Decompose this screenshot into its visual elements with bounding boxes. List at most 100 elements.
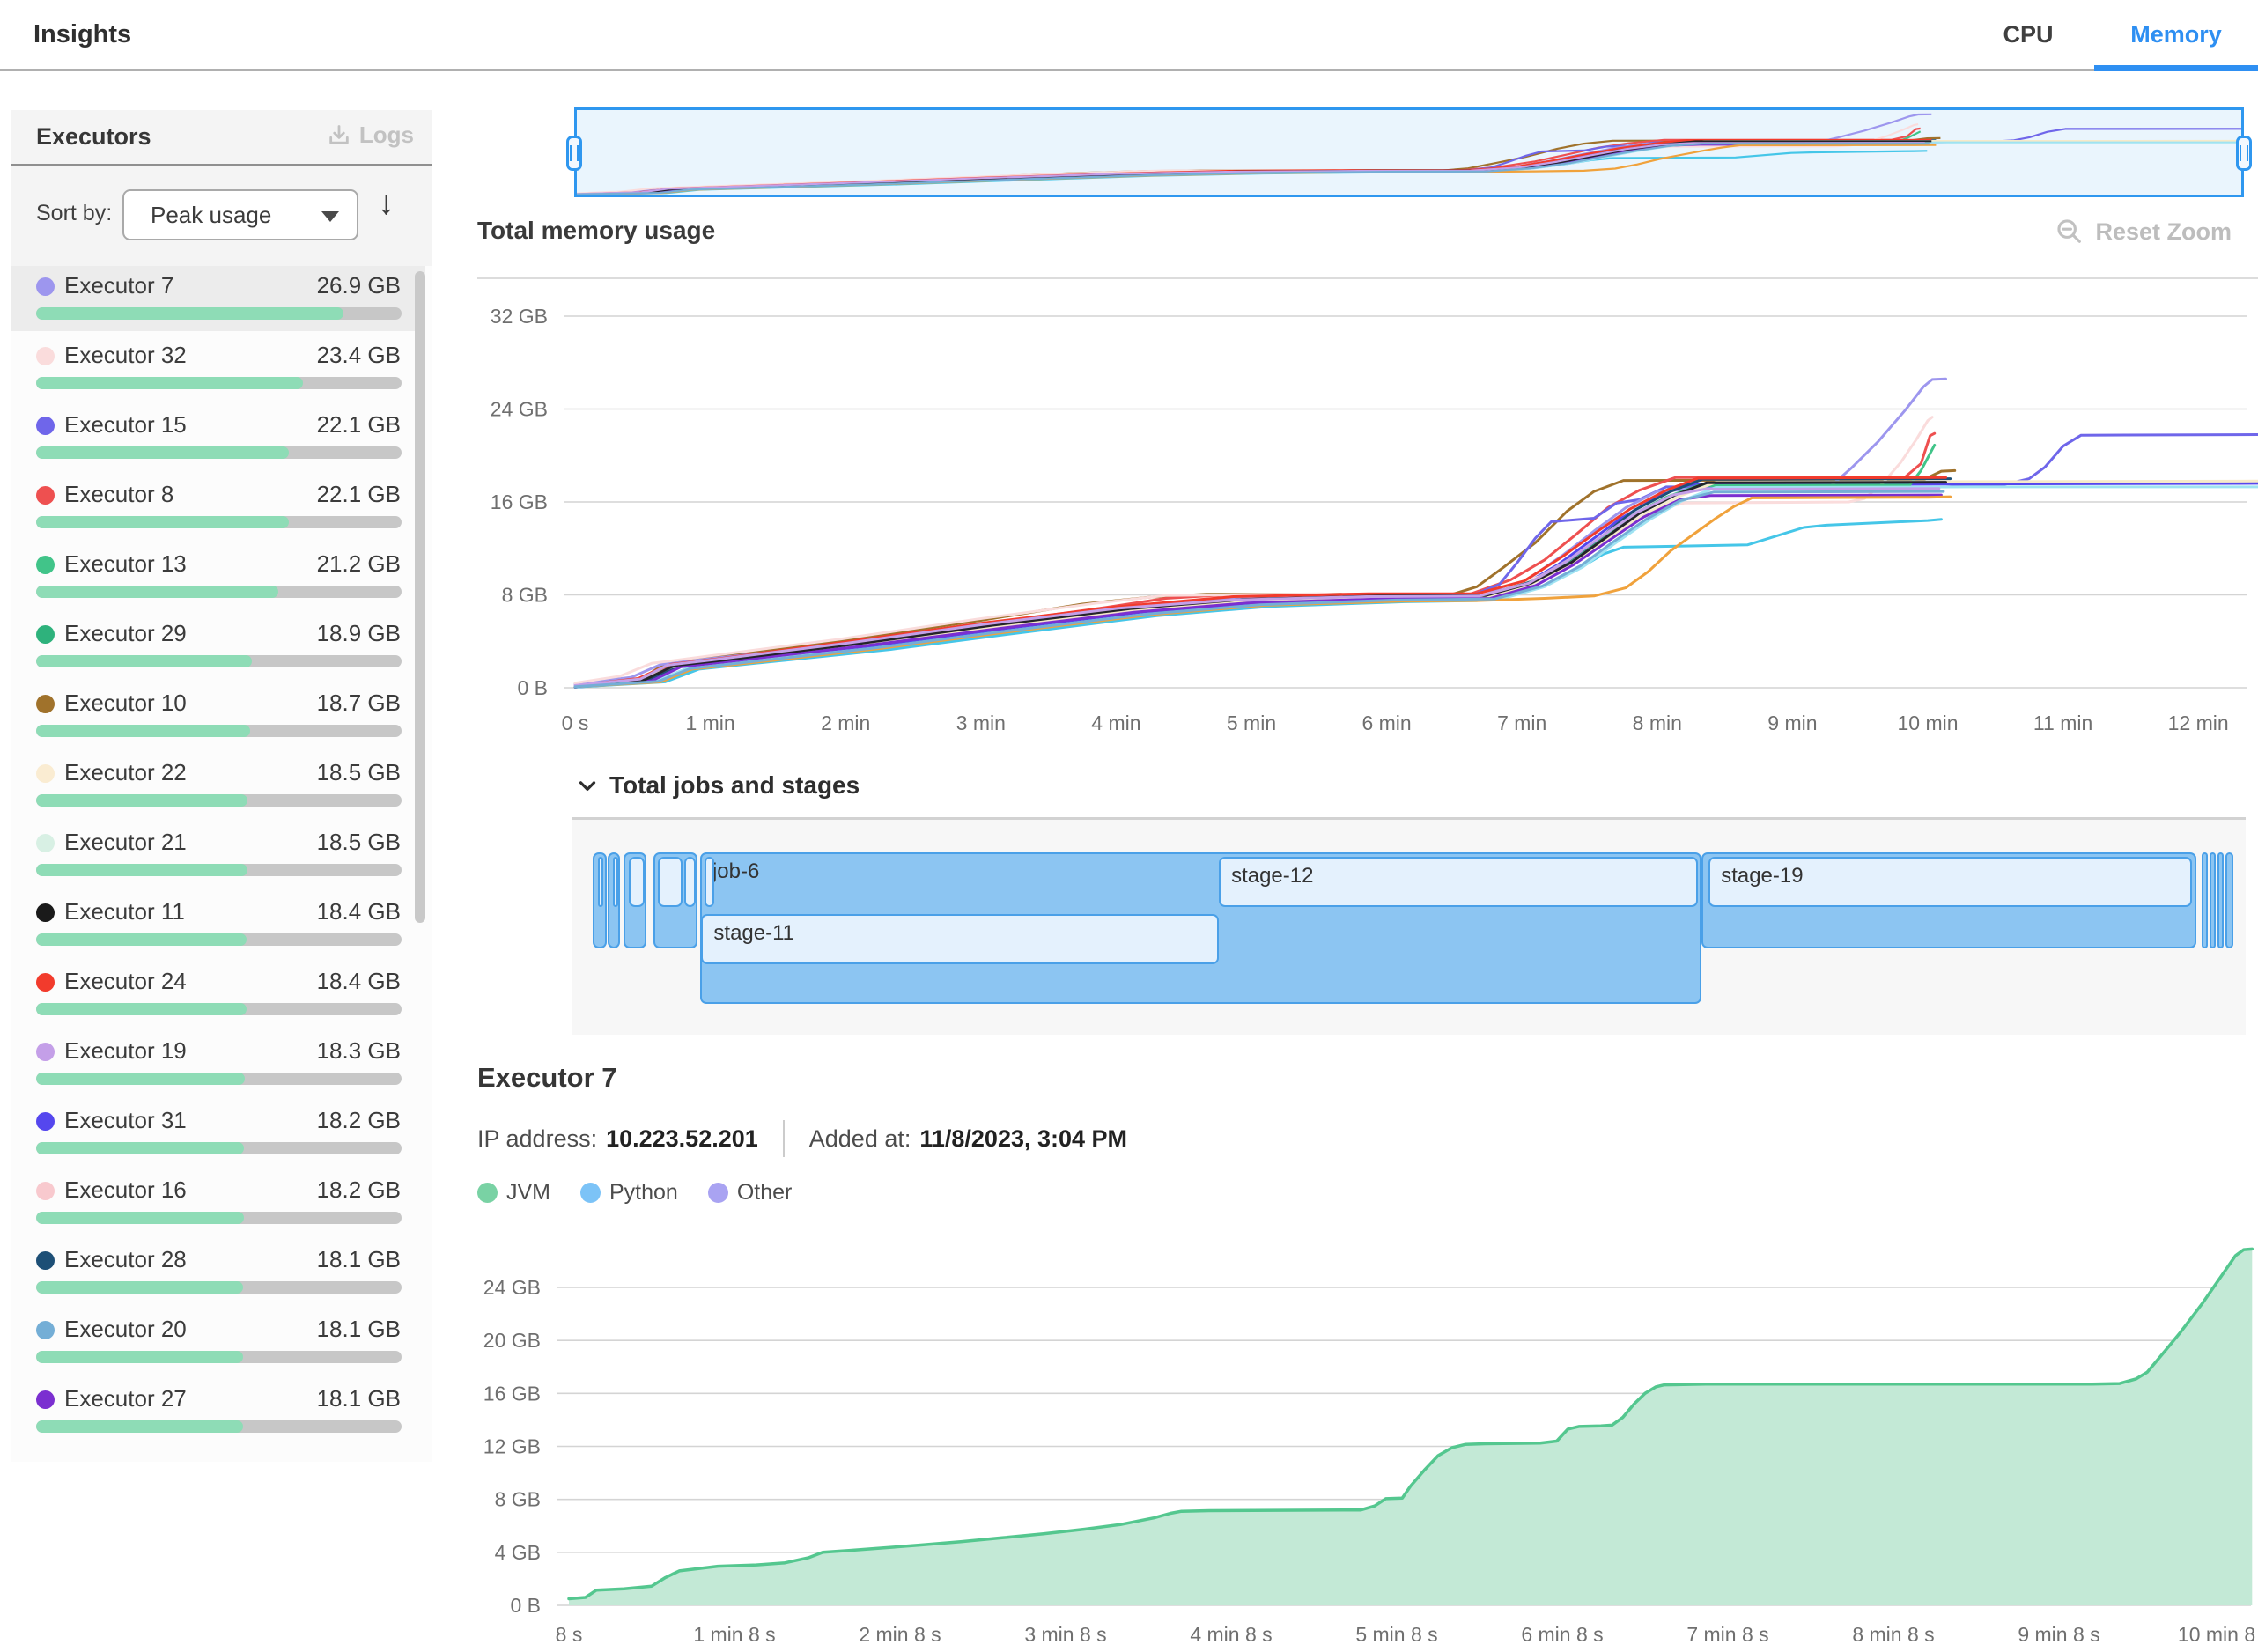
svg-text:4 GB: 4 GB <box>495 1541 541 1564</box>
legend-item-other[interactable]: Other <box>708 1180 793 1206</box>
legend-item-python[interactable]: Python <box>580 1180 678 1206</box>
executor-name: Executor 20 <box>64 1316 187 1343</box>
executor-peak-value: 18.2 GB <box>317 1107 401 1134</box>
gantt-job[interactable] <box>2210 852 2216 948</box>
svg-text:12 GB: 12 GB <box>483 1434 541 1457</box>
gantt-job[interactable] <box>2202 852 2208 948</box>
added-at-value: 11/8/2023, 3:04 PM <box>919 1125 1127 1153</box>
svg-text:4 min 8 s: 4 min 8 s <box>1190 1623 1272 1646</box>
executor-usage-bar-fill <box>36 1420 243 1433</box>
svg-text:6 min: 6 min <box>1361 712 1411 734</box>
executor-row[interactable]: Executor 27 18.1 GB <box>11 1379 425 1444</box>
executor-row[interactable]: Executor 726.9 GB <box>11 266 425 331</box>
reset-zoom-button[interactable]: Reset Zoom <box>2055 217 2232 247</box>
executor-row[interactable]: Executor 3223.4 GB <box>11 336 425 401</box>
executor-peak-value: 18.1 GB <box>317 1385 401 1412</box>
executor-usage-bar-fill <box>36 377 303 389</box>
brush-handle-left[interactable] <box>566 136 582 171</box>
executor-row[interactable]: Executor 1321.2 GB <box>11 544 425 609</box>
executor-row[interactable]: Executor 24 18.4 GB <box>11 962 425 1027</box>
executor-name: Executor 11 <box>64 898 185 926</box>
jobs-stages-toggle[interactable]: Total jobs and stages <box>574 771 860 800</box>
gantt-stage[interactable] <box>598 857 603 907</box>
gantt-job-job-6[interactable]: job-6stage-12stage-11 <box>700 852 1701 1004</box>
tab-memory[interactable]: Memory <box>2094 0 2258 69</box>
executor-color-dot <box>36 834 55 852</box>
tab-cpu[interactable]: CPU <box>1962 0 2094 69</box>
executor-peak-value: 18.3 GB <box>317 1037 401 1065</box>
executor-color-dot <box>36 347 55 365</box>
gantt-stage[interactable] <box>658 857 683 907</box>
executor-usage-bar <box>36 307 402 320</box>
brush-handle-right[interactable] <box>2236 136 2252 171</box>
svg-text:16 GB: 16 GB <box>483 1382 541 1405</box>
svg-text:4 min: 4 min <box>1091 712 1140 734</box>
executor-usage-bar-fill <box>36 1281 243 1294</box>
gantt-job-job-8[interactable]: job-8stage-19 <box>1701 852 2196 948</box>
executor-row[interactable]: Executor 1618.2 GB <box>11 1170 425 1235</box>
gantt-job[interactable] <box>2225 852 2233 948</box>
executor-row[interactable]: Executor 1522.1 GB <box>11 405 425 470</box>
logs-button[interactable]: Logs <box>327 122 414 149</box>
executor-peak-value: 18.4 GB <box>317 968 401 995</box>
executor-usage-bar-fill <box>36 864 247 876</box>
svg-text:1 min 8 s: 1 min 8 s <box>693 1623 775 1646</box>
executor-usage-bar-fill <box>36 516 289 528</box>
gantt-stage-stage-19[interactable]: stage-19 <box>1708 857 2192 907</box>
scrollbar-thumb[interactable] <box>415 271 425 923</box>
svg-text:7 min 8 s: 7 min 8 s <box>1686 1623 1768 1646</box>
gantt-job[interactable] <box>2217 852 2224 948</box>
sort-descending-icon[interactable]: ↓ <box>378 187 395 220</box>
gantt-stage[interactable] <box>684 857 696 907</box>
executor-name: Executor 7 <box>64 272 173 299</box>
executor-row[interactable]: Executor 822.1 GB <box>11 475 425 540</box>
brush-mini-chart <box>577 110 2241 195</box>
gantt-job[interactable] <box>608 852 620 948</box>
executor-usage-bar-fill <box>36 1351 243 1363</box>
gantt-job[interactable] <box>624 852 646 948</box>
executor-peak-value: 18.7 GB <box>317 690 401 717</box>
executor-row[interactable]: Executor 2218.5 GB <box>11 753 425 818</box>
legend-label: JVM <box>506 1180 550 1206</box>
svg-text:7 min: 7 min <box>1497 712 1546 734</box>
svg-text:8 GB: 8 GB <box>495 1488 541 1511</box>
legend-item-jvm[interactable]: JVM <box>477 1180 550 1206</box>
gantt-stage-stage-12[interactable]: stage-12 <box>1219 857 1698 907</box>
executor-usage-bar-fill <box>36 655 252 667</box>
executor-row[interactable]: Executor 2818.1 GB <box>11 1240 425 1305</box>
gantt-stage-stage-11[interactable]: stage-11 <box>701 914 1219 964</box>
gantt-stage[interactable] <box>705 857 714 907</box>
executor-usage-bar-fill <box>36 1003 247 1015</box>
brush-overview[interactable] <box>574 107 2244 197</box>
executor-usage-bar <box>36 446 402 459</box>
executor-color-dot <box>36 695 55 713</box>
executor-row[interactable]: Executor 2918.9 GB <box>11 614 425 679</box>
executor-name: Executor 24 <box>64 968 187 995</box>
executor-usage-bar <box>36 586 402 598</box>
gantt-stage[interactable] <box>613 857 618 907</box>
executors-panel: Executors Logs Sort by: Peak usage ↓ Exe… <box>11 110 432 1462</box>
executor-row[interactable]: Executor 2018.1 GB <box>11 1309 425 1375</box>
executor-row[interactable]: Executor 3118.2 GB <box>11 1101 425 1166</box>
executor-peak-value: 18.2 GB <box>317 1176 401 1204</box>
executor-name: Executor 27 <box>64 1385 187 1412</box>
executor-name: Executor 29 <box>64 620 187 647</box>
sort-dropdown[interactable]: Peak usage <box>122 189 358 240</box>
executor-row[interactable]: Executor 1118.4 GB <box>11 892 425 957</box>
executor-row[interactable]: Executor 2118.5 GB <box>11 822 425 888</box>
sort-by-label: Sort by: <box>36 201 112 226</box>
executor-color-dot <box>36 417 55 435</box>
executor-row[interactable]: Executor 1918.3 GB <box>11 1031 425 1096</box>
svg-text:24 GB: 24 GB <box>491 398 548 421</box>
gantt-job[interactable] <box>593 852 607 948</box>
executor-color-dot <box>36 1182 55 1200</box>
executor-name: Executor 28 <box>64 1246 187 1273</box>
gantt-stage[interactable] <box>629 857 645 907</box>
svg-text:2 min: 2 min <box>821 712 870 734</box>
meta-divider <box>783 1120 785 1157</box>
gantt-job[interactable] <box>653 852 697 948</box>
svg-text:3 min: 3 min <box>956 712 1006 734</box>
executor-usage-bar <box>36 933 402 946</box>
executor-usage-bar <box>36 794 402 807</box>
executor-row[interactable]: Executor 1018.7 GB <box>11 683 425 749</box>
